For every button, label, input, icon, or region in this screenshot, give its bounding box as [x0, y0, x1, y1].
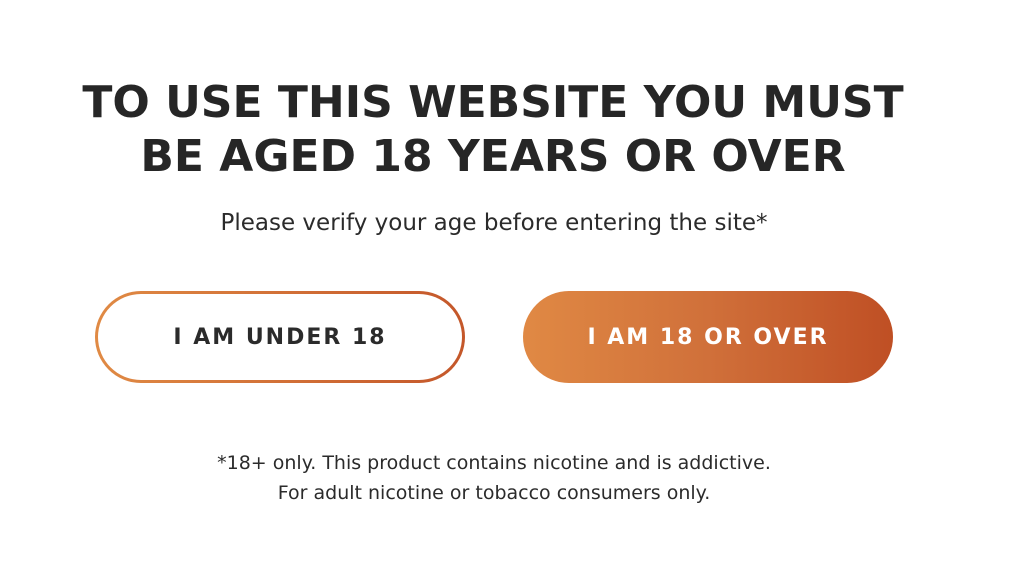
under-18-button[interactable]: I AM UNDER 18 [95, 291, 465, 383]
disclaimer-line-1: *18+ only. This product contains nicotin… [217, 452, 771, 474]
headline-line-1: TO USE THIS WEBSITE YOU MUST [82, 77, 904, 128]
page-title: TO USE THIS WEBSITE YOU MUST BE AGED 18 … [70, 76, 916, 184]
age-verification-gate: TO USE THIS WEBSITE YOU MUST BE AGED 18 … [0, 0, 1036, 566]
over-18-button-label: I AM 18 OR OVER [587, 324, 829, 350]
disclaimer-line-2: For adult nicotine or tobacco consumers … [277, 482, 711, 504]
verify-age-subtitle: Please verify your age before entering t… [220, 210, 768, 236]
headline-line-2: BE AGED 18 YEARS OR OVER [140, 131, 846, 182]
over-18-button[interactable]: I AM 18 OR OVER [523, 291, 893, 383]
under-18-button-label: I AM UNDER 18 [173, 324, 387, 350]
nicotine-disclaimer: *18+ only. This product contains nicotin… [0, 448, 988, 508]
